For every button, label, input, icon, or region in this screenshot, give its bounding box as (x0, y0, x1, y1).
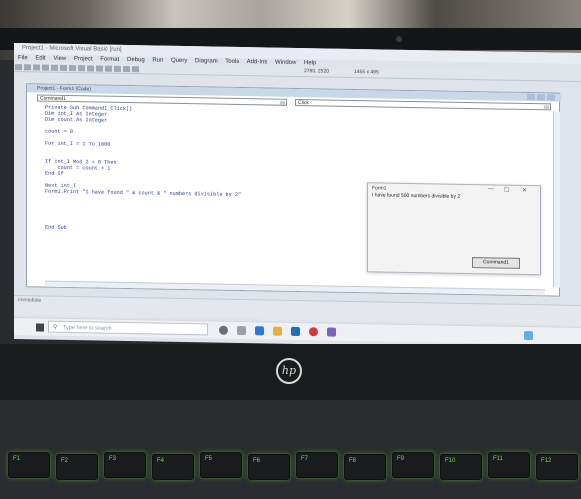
keyboard-key[interactable]: F3 (104, 452, 146, 478)
form1-title: Form1 (372, 185, 387, 192)
find-icon[interactable] (87, 65, 94, 72)
keyboard-key[interactable]: F5 (200, 452, 242, 478)
app-icon[interactable] (309, 327, 318, 337)
menu-file[interactable]: File (18, 55, 28, 61)
cut-icon[interactable] (60, 64, 67, 71)
keyboard-key[interactable]: F2 (56, 454, 98, 480)
key-label: F9 (397, 456, 405, 462)
redo-icon[interactable] (105, 65, 112, 72)
start-icon[interactable] (114, 65, 121, 72)
menu-editor-icon[interactable] (33, 64, 40, 71)
menu-edit[interactable]: Edit (35, 55, 45, 61)
file-explorer-icon[interactable] (273, 326, 282, 336)
key-label: F10 (445, 458, 456, 464)
save-icon[interactable] (51, 64, 58, 71)
keyboard-key[interactable]: F11 (488, 452, 530, 478)
break-icon[interactable] (123, 65, 130, 73)
command1-button[interactable]: Command1 (472, 257, 520, 269)
keyboard-key[interactable]: F6 (248, 454, 290, 480)
search-input[interactable]: ⚲ Type here to search (48, 320, 208, 336)
menu-tools[interactable]: Tools (225, 59, 239, 65)
form-close-icon[interactable]: ✕ (522, 187, 527, 194)
menu-run[interactable]: Run (152, 57, 163, 63)
key-label: F4 (157, 458, 165, 464)
keyboard-key[interactable]: F9 (392, 452, 434, 478)
code-window: Project1 - Form1 (Code) Command1 Click P… (26, 83, 561, 297)
menu-query[interactable]: Query (171, 58, 187, 64)
add-form-icon[interactable] (24, 64, 31, 71)
minimize-icon[interactable] (527, 94, 535, 101)
horizontal-scrollbar[interactable] (45, 280, 545, 296)
key-label: F5 (205, 456, 213, 462)
hp-logo: hp (276, 358, 302, 384)
keyboard-key[interactable]: F7 (296, 452, 338, 478)
menu-window[interactable]: Window (275, 60, 296, 66)
undo-icon[interactable] (96, 65, 103, 72)
stop-icon[interactable] (132, 66, 139, 73)
form-maximize-icon[interactable]: ☐ (504, 187, 509, 194)
cortana-icon[interactable] (219, 325, 228, 335)
form1-window: Form1 — ☐ ✕ I have found 500 numbers div… (367, 182, 541, 276)
key-label: F3 (109, 456, 117, 462)
paste-icon[interactable] (78, 65, 85, 72)
close-icon[interactable] (547, 94, 555, 101)
search-placeholder: Type here to search (63, 324, 112, 332)
task-view-icon[interactable] (237, 325, 246, 336)
size-readout: 1455 x 495 (354, 68, 379, 76)
open-icon[interactable] (42, 64, 49, 71)
key-label: F11 (493, 456, 503, 462)
key-label: F2 (61, 458, 69, 464)
keyboard-key[interactable]: F4 (152, 454, 194, 480)
immediate-label: Immediate (18, 297, 42, 304)
key-label: F1 (13, 456, 21, 462)
store-icon[interactable] (291, 326, 300, 337)
keyboard-key[interactable]: F10 (440, 454, 482, 480)
keyboard-key[interactable]: F12 (536, 454, 578, 480)
procedure-combo-value: Click (298, 100, 309, 107)
edge-icon[interactable] (255, 326, 264, 336)
maximize-icon[interactable] (537, 94, 545, 101)
laptop-screen: Project1 - Microsoft Visual Basic [run] … (14, 43, 581, 349)
menu-add-ins[interactable]: Add-Ins (247, 59, 268, 65)
menu-format[interactable]: Format (100, 57, 119, 63)
keyboard-key[interactable]: F8 (344, 454, 386, 480)
form-output-text: I have found 500 numbers divisible by 2 (372, 192, 461, 200)
search-icon: ⚲ (53, 324, 58, 331)
keyboard-key[interactable]: F1 (8, 452, 50, 478)
menu-view[interactable]: View (53, 56, 66, 62)
vertical-scrollbar[interactable] (553, 111, 560, 288)
object-combo-value: Command1 (40, 95, 66, 102)
code-editor[interactable]: Private Sub Command1_Click() Dim int_I As… (45, 105, 375, 237)
chevron-down-icon[interactable] (544, 105, 549, 110)
webcam (396, 36, 402, 42)
start-icon[interactable] (36, 323, 44, 332)
vb-icon[interactable] (327, 327, 336, 337)
keyboard-deck: F1 F2 F3 F4 F5 F6 F7 F8 F9 F10 F11 F12 (0, 400, 581, 499)
menu-debug[interactable]: Debug (127, 57, 145, 63)
position-readout: 2760, 2520 (304, 68, 330, 75)
key-label: F6 (253, 458, 261, 464)
key-label: F7 (301, 456, 309, 462)
chevron-down-icon[interactable] (280, 100, 285, 105)
menu-project[interactable]: Project (74, 56, 93, 62)
menu-diagram[interactable]: Diagram (195, 58, 218, 64)
key-label: F12 (541, 458, 552, 464)
form-minimize-icon[interactable]: — (488, 186, 494, 192)
add-project-icon[interactable] (15, 64, 22, 71)
menu-help[interactable]: Help (304, 60, 316, 66)
network-icon[interactable] (524, 330, 533, 341)
copy-icon[interactable] (69, 65, 76, 72)
key-label: F8 (349, 458, 357, 464)
